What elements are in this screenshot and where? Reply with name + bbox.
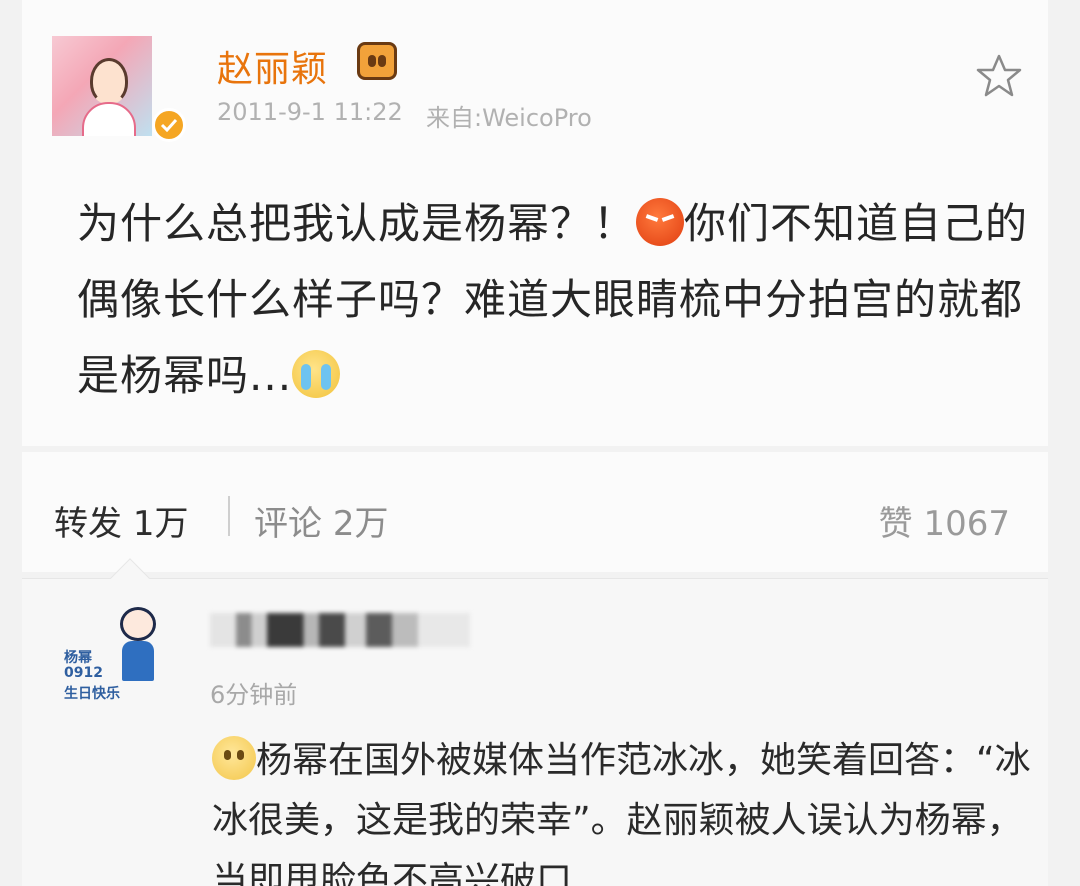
post-action-bar: 转发 1万 评论 2万 赞 1067 <box>22 452 1048 572</box>
avatar-tag-greeting: 生日快乐 <box>64 686 120 702</box>
comment-button[interactable]: 评论 2万 <box>254 496 388 545</box>
verified-badge-icon <box>152 108 186 142</box>
angry-emoji-icon <box>636 198 685 246</box>
comment-count: 2万 <box>332 504 389 544</box>
like-label: 赞 <box>878 504 913 544</box>
action-divider <box>228 496 230 536</box>
commenter-avatar-shirt <box>122 641 154 681</box>
comment-label: 评论 <box>254 504 322 544</box>
crying-emoji-icon <box>292 350 341 398</box>
member-crown-icon <box>357 42 397 80</box>
like-button[interactable]: 赞 1067 <box>879 496 1010 545</box>
repost-label: 转发 <box>54 504 122 544</box>
avatar-face <box>90 58 128 104</box>
comment-item: 杨幂 0912 生日快乐 6分钟前 杨幂在国外被媒体当作范冰冰，她笑着回答：“冰… <box>22 558 1048 886</box>
avatar-tag-name: 杨幂 <box>64 650 92 666</box>
checkmark-icon <box>160 118 178 132</box>
like-count: 1067 <box>923 504 1010 544</box>
weibo-post-card: 赵丽颖 2011-9-1 11:22 来自:WeicoPro 为什么总把我认成是… <box>22 0 1048 446</box>
avatar-body <box>82 102 136 136</box>
commenter-avatar-head <box>120 607 156 641</box>
post-text-part1: 为什么总把我认成是杨幂？！ <box>77 199 637 248</box>
post-body: 为什么总把我认成是杨幂？！ 你们不知道自己的偶像长什么样子吗？难道大眼睛梳中分拍宫… <box>77 186 1037 414</box>
commenter-avatar[interactable]: 杨幂 0912 生日快乐 <box>52 607 164 707</box>
repost-count: 1万 <box>132 504 189 544</box>
post-timestamp: 2011-9-1 11:22 <box>217 98 403 126</box>
commenter-name-blurred[interactable] <box>210 613 470 647</box>
smile-emoji-icon <box>212 736 256 780</box>
comment-text: 杨幂在国外被媒体当作范冰冰，她笑着回答：“冰冰很美，这是我的荣幸”。赵丽颖被人误… <box>212 740 1031 886</box>
post-source: 来自:WeicoPro <box>426 104 592 132</box>
repost-button[interactable]: 转发 1万 <box>54 496 188 545</box>
avatar-tag-date: 0912 <box>64 665 103 681</box>
star-icon[interactable] <box>974 52 1024 98</box>
author-name[interactable]: 赵丽颖 <box>217 40 328 92</box>
author-avatar[interactable] <box>52 36 152 136</box>
comment-body: 杨幂在国外被媒体当作范冰冰，她笑着回答：“冰冰很美，这是我的荣幸”。赵丽颖被人误… <box>212 731 1042 886</box>
comment-time: 6分钟前 <box>210 681 298 709</box>
